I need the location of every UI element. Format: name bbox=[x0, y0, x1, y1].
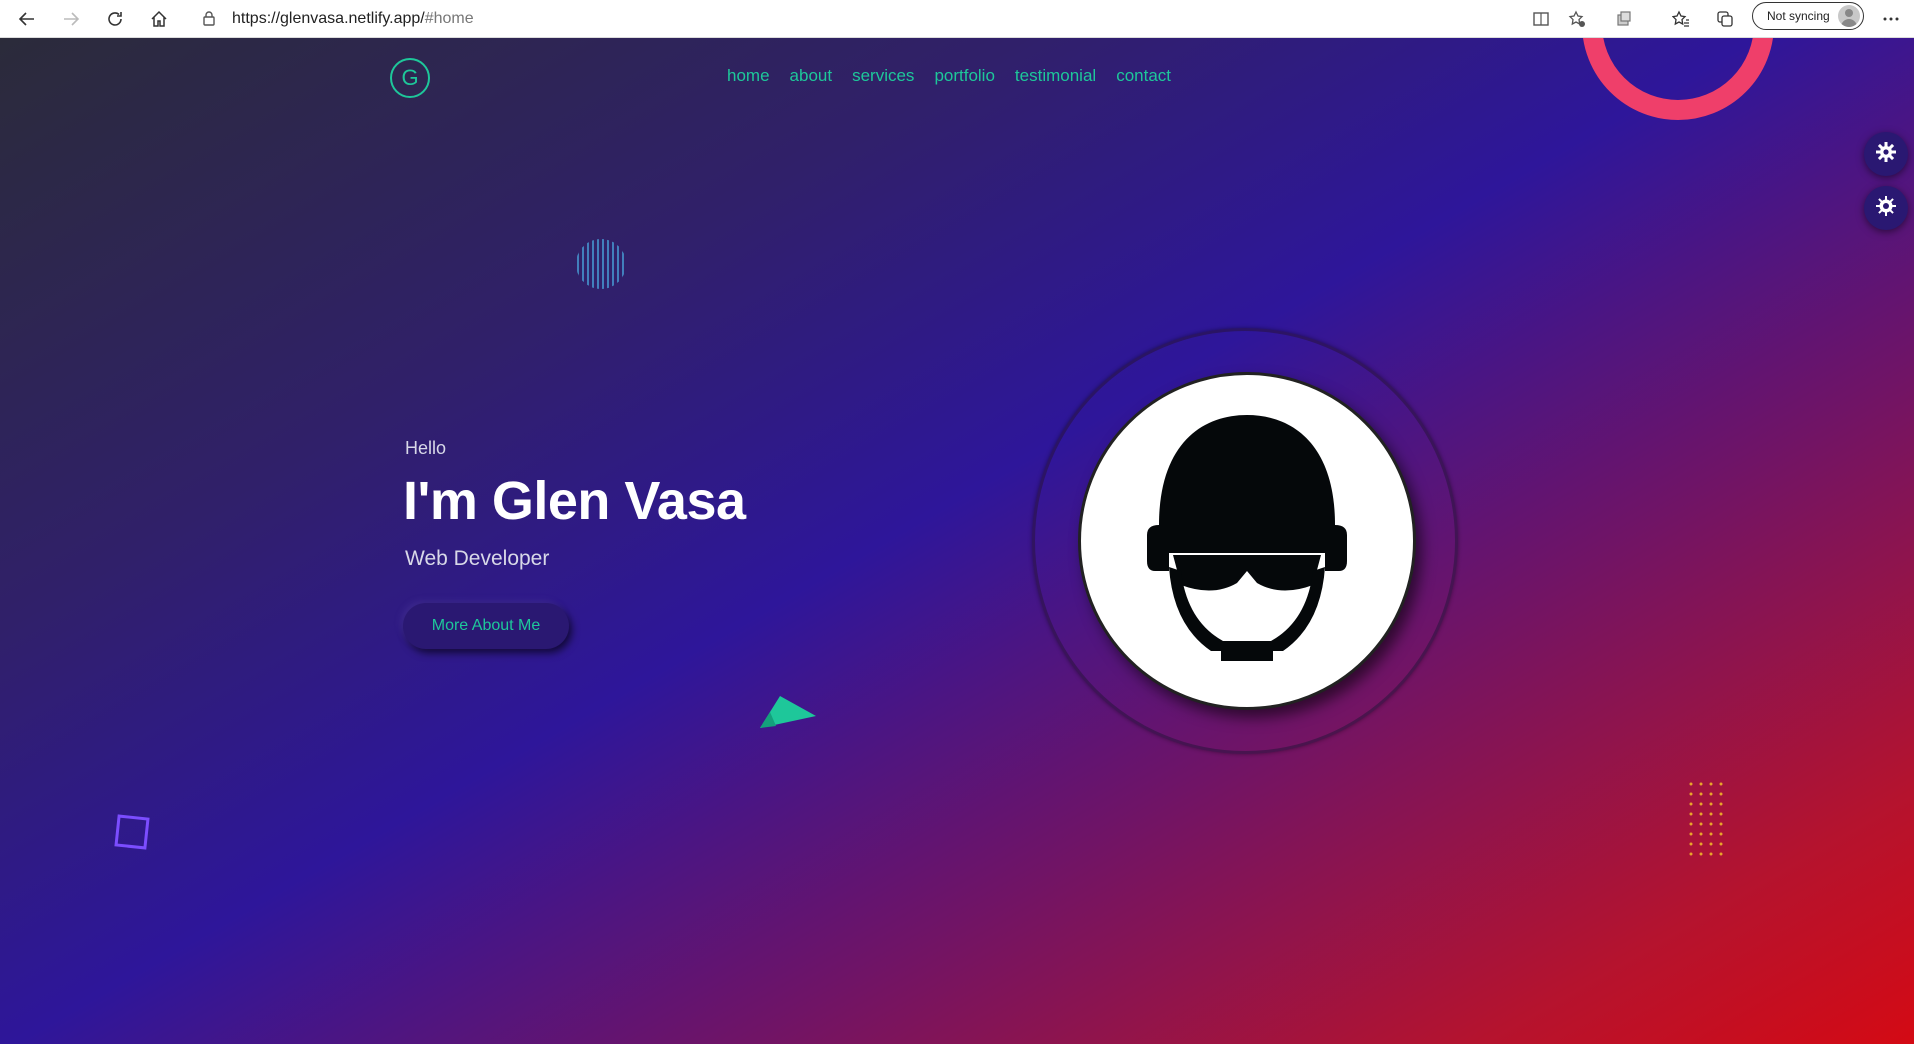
gear-icon bbox=[1875, 141, 1897, 168]
sun-gear-icon bbox=[1875, 195, 1897, 222]
favorite-add-icon[interactable] bbox=[1564, 6, 1590, 32]
hero-name: I'm Glen Vasa bbox=[403, 471, 746, 531]
nav-about[interactable]: about bbox=[790, 66, 833, 86]
back-icon[interactable] bbox=[14, 6, 40, 32]
dots-decoration bbox=[1689, 782, 1723, 856]
striped-circle-decoration bbox=[577, 239, 624, 289]
nav-home[interactable]: home bbox=[727, 66, 770, 86]
sync-label: Not syncing bbox=[1767, 9, 1830, 23]
hero-greeting: Hello bbox=[405, 438, 447, 458]
more-icon[interactable] bbox=[1878, 6, 1904, 32]
nav-contact[interactable]: contact bbox=[1116, 66, 1171, 86]
favorites-icon[interactable] bbox=[1668, 6, 1694, 32]
nav-services[interactable]: services bbox=[852, 66, 914, 86]
reader-icon[interactable] bbox=[1528, 6, 1554, 32]
sync-status-button[interactable]: Not syncing bbox=[1752, 2, 1864, 30]
url-host: https://glenvasa.netlify.app/ bbox=[232, 10, 425, 27]
logo-letter: G bbox=[401, 65, 419, 90]
site-logo[interactable]: G bbox=[390, 58, 430, 98]
home-icon[interactable] bbox=[146, 6, 172, 32]
refresh-icon[interactable] bbox=[102, 6, 128, 32]
extensions-icon[interactable] bbox=[1611, 6, 1637, 32]
address-bar[interactable]: https://glenvasa.netlify.app/#home bbox=[190, 3, 1596, 33]
nav-testimonial[interactable]: testimonial bbox=[1015, 66, 1096, 86]
collections-icon[interactable] bbox=[1712, 6, 1738, 32]
hero-section: G home about services portfolio testimon… bbox=[0, 38, 1914, 1044]
url-text[interactable]: https://glenvasa.netlify.app/#home bbox=[232, 10, 474, 28]
main-nav: home about services portfolio testimonia… bbox=[727, 66, 1191, 86]
url-path: #home bbox=[424, 10, 474, 27]
nav-portfolio[interactable]: portfolio bbox=[934, 66, 994, 86]
square-decoration bbox=[114, 814, 150, 850]
more-about-me-button[interactable]: More About Me bbox=[403, 603, 569, 649]
lock-icon[interactable] bbox=[202, 10, 216, 31]
avatar bbox=[1078, 372, 1416, 710]
forward-icon[interactable] bbox=[58, 6, 84, 32]
soldier-helmet-icon bbox=[1147, 415, 1347, 661]
profile-avatar-icon bbox=[1838, 5, 1860, 27]
browser-toolbar: https://glenvasa.netlify.app/#home Not s… bbox=[0, 0, 1914, 38]
hero-role: Web Developer bbox=[405, 547, 550, 570]
triangle-decoration bbox=[760, 696, 816, 728]
decorative-ring bbox=[1582, 38, 1774, 120]
settings-button[interactable] bbox=[1864, 132, 1908, 176]
theme-button[interactable] bbox=[1864, 186, 1908, 230]
